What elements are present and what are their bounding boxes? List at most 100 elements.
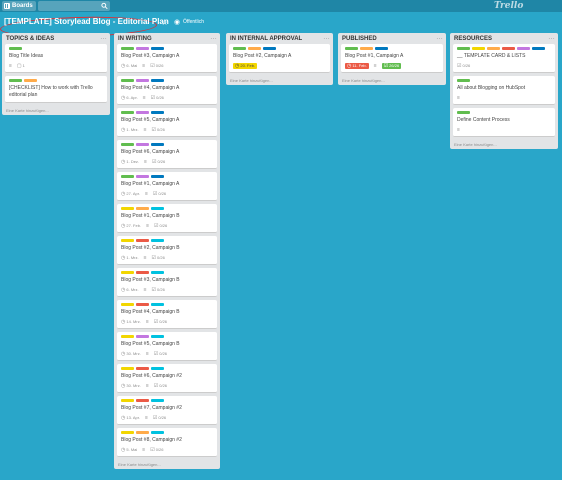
card[interactable]: Blog Post #2, Campaign A ◷ 20. Feb. [229, 44, 330, 73]
list-menu-icon[interactable]: … [100, 34, 107, 41]
label-red [136, 271, 149, 274]
description-icon: ≡ [145, 318, 149, 325]
card[interactable]: Blog Post #4, Campaign B ◷ 14. Mrz. ≡ ☑ 0/26 [117, 300, 217, 329]
add-card-link[interactable]: Eine Karte hinzufügen... [2, 106, 110, 115]
label-red [136, 367, 149, 370]
card-title: Blog Post #6, Campaign #2 [121, 373, 182, 379]
add-card-link[interactable]: Eine Karte hinzufügen... [450, 140, 558, 149]
search-input[interactable] [38, 1, 110, 11]
description-icon: ≡ [144, 414, 148, 421]
list-title[interactable]: PUBLISHED [338, 33, 446, 44]
card-title: Blog Post #3, Campaign A [121, 53, 180, 59]
card-title: Blog Post #4, Campaign A [121, 85, 180, 91]
card-labels [457, 47, 551, 50]
checklist-icon: ☑ [383, 62, 389, 69]
card-title: Blog Post #4, Campaign B [121, 309, 180, 315]
card[interactable]: Blog Post #6, Campaign A ◷ 1. Dez. ≡ ☑ 0/26 [117, 140, 217, 169]
label-purple [136, 175, 149, 178]
badge-text: 1. Dez. [126, 159, 140, 164]
card[interactable]: [CHECKLIST] How to work with Trello edit… [5, 76, 107, 103]
card[interactable]: Blog Post #5, Campaign B ◷ 30. Mrz. ≡ ☑ 0/26 [117, 332, 217, 361]
list-title[interactable]: RESOURCES [450, 33, 558, 44]
add-card-link[interactable]: Eine Karte hinzufügen... [114, 460, 220, 469]
badge-text: 0/26 [159, 223, 168, 228]
list-menu-icon[interactable]: … [323, 34, 330, 41]
card[interactable]: Blog Post #3, Campaign A ◷ 6. Mai ≡ ☑ 0/26 [117, 44, 217, 73]
visibility-label[interactable]: Öffentlich [183, 19, 204, 25]
card[interactable]: Blog Post #3, Campaign B ◷ 6. Mrz. ≡ ☑ 0/26 [117, 268, 217, 297]
badge-text: 0/26 [159, 351, 168, 356]
card-labels [457, 79, 551, 82]
clock-badge: ◷ 6. Mai [121, 63, 137, 69]
badge-text: 1 [22, 63, 25, 68]
clock-badge: ◷ 5. Mai [121, 447, 137, 453]
card[interactable]: Blog Post #2, Campaign B ◷ 1. Mrz. ≡ ☑ 0/26 [117, 236, 217, 265]
board-title[interactable]: [TEMPLATE] Storylead Blog - Editorial Pl… [4, 17, 169, 26]
clock-badge: ◷ 27. Apr. [121, 191, 140, 197]
badge-text: 30. Mrz. [126, 351, 141, 356]
card[interactable]: Blog Post #8, Campaign #2 ◷ 5. Mai ≡ ☑ 0/26 [117, 428, 217, 457]
card[interactable]: Blog Post #5, Campaign A ◷ 1. Mrz. ≡ ☑ 0/26 [117, 108, 217, 137]
checklist-badge: ☑ 0/26 [152, 287, 165, 293]
checklist-badge: ☑ 0/26 [154, 351, 167, 357]
list-menu-icon[interactable]: … [548, 34, 555, 41]
label-yellow [121, 239, 134, 242]
card[interactable]: Blog Post #7, Campaign #2 ◷ 13. Apr. ≡ ☑ 0/26 [117, 396, 217, 425]
description-icon: ≡ [373, 62, 377, 69]
clock-badge: ◷ 30. Mrz. [121, 351, 141, 357]
add-card-link[interactable]: Eine Karte hinzufügen... [226, 76, 333, 85]
label-red [502, 47, 515, 50]
card[interactable]: Blog Post #1, Campaign A ◷ 11. Feb. ≡ ☑ 26/26 [341, 44, 443, 73]
star-icon[interactable]: ☆ [161, 18, 168, 27]
card[interactable]: Blog Post #1, Campaign A ◷ 27. Apr. ≡ ☑ 0/26 [117, 172, 217, 201]
card-badges: ◷ 5. Mai ≡ ☑ 0/26 [121, 446, 213, 453]
description-icon: ≡ [143, 126, 147, 133]
description-icon: ≡ [145, 350, 149, 357]
card[interactable]: All about Blogging on HubSpot ≡ [453, 76, 555, 105]
description-badge: ≡ [146, 351, 149, 357]
checklist-icon: ☑ [152, 190, 158, 197]
list-menu-icon[interactable]: … [210, 34, 217, 41]
card[interactable]: Define Content Process ≡ [453, 108, 555, 137]
card-badges: ◷ 6. Mrz. ≡ ☑ 0/26 [121, 286, 213, 293]
badge-text: 0/26 [155, 447, 164, 452]
badge-text: 20. Feb. [240, 63, 256, 68]
clock-badge: ◷ 14. Mrz. [121, 319, 141, 325]
globe-icon[interactable]: ◉ [174, 18, 180, 26]
card-labels [233, 47, 326, 50]
card[interactable]: Blog Title Ideas ≡ ▢ 1 [5, 44, 107, 73]
list-title[interactable]: IN INTERNAL APPROVAL [226, 33, 333, 44]
card-labels [9, 79, 103, 82]
trello-logo[interactable]: Trello [494, 0, 523, 12]
description-icon: ≡ [144, 190, 148, 197]
card-labels [345, 47, 439, 50]
clock-icon: ◷ [347, 62, 352, 69]
boards-button[interactable]: Boards [2, 1, 36, 11]
comment-badge: ▢ 1 [17, 63, 25, 69]
label-sky [151, 431, 164, 434]
checklist-badge: ☑ 0/26 [152, 127, 165, 133]
board-header: [TEMPLATE] Storylead Blog - Editorial Pl… [0, 14, 562, 40]
label-green [121, 47, 134, 50]
badge-text: 1. Mrz. [126, 127, 139, 132]
label-purple [136, 335, 149, 338]
list-menu-icon[interactable]: … [436, 34, 443, 41]
card-badges: ◷ 1. Dez. ≡ ☑ 0/26 [121, 158, 213, 165]
add-card-link[interactable]: Eine Karte hinzufügen... [338, 76, 446, 85]
card[interactable]: __ TEMPLATE CARD & LISTS ☑ 0/26 [453, 44, 555, 73]
badge-text: 6. Mai [126, 63, 138, 68]
card-title: Blog Post #7, Campaign #2 [121, 405, 182, 411]
label-yellow [121, 335, 134, 338]
clock-badge: ◷ 1. Mrz. [121, 127, 139, 133]
label-red [136, 239, 149, 242]
comment-icon: ▢ [16, 62, 22, 69]
list-topics-ideas: TOPICS & IDEAS… Blog Title Ideas ≡ ▢ 1 [CHECK… [2, 33, 110, 115]
label-yellow [121, 303, 134, 306]
card[interactable]: Blog Post #1, Campaign B ◷ 27. Feb. ≡ ☑ 0/26 [117, 204, 217, 233]
list-title[interactable]: IN WRITING [114, 33, 220, 44]
card[interactable]: Blog Post #4, Campaign A ◷ 6. Apr. ≡ ☑ 0/26 [117, 76, 217, 105]
card-labels [121, 367, 213, 370]
label-purple [136, 79, 149, 82]
list-title[interactable]: TOPICS & IDEAS [2, 33, 110, 44]
card[interactable]: Blog Post #6, Campaign #2 ◷ 30. Mrz. ≡ ☑ 0/26 [117, 364, 217, 393]
